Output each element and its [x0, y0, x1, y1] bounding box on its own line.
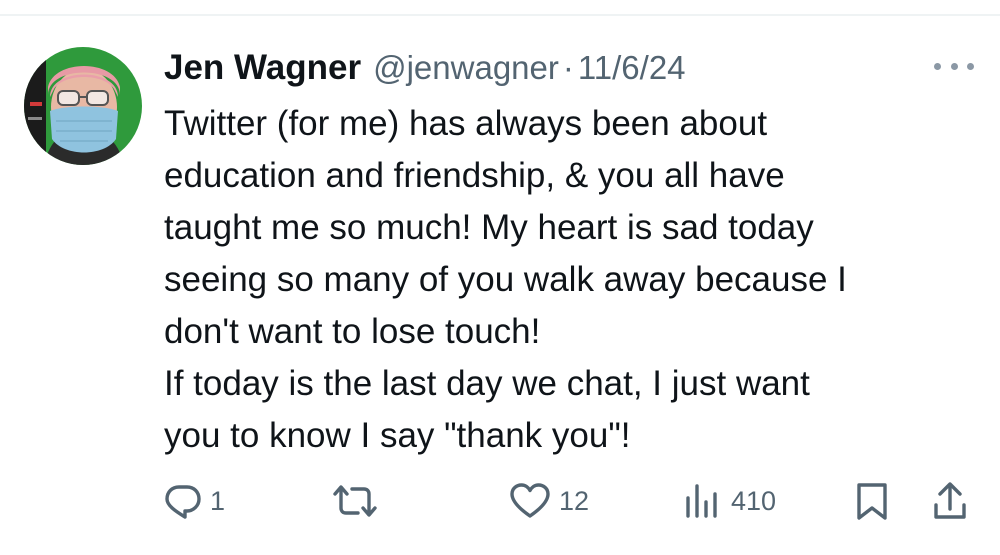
reply-icon — [164, 482, 202, 520]
bookmark-icon — [855, 481, 889, 521]
tweet-text-line: you to know I say "thank you"! — [164, 416, 631, 455]
views-button[interactable]: 410 — [683, 481, 776, 521]
header-separator: · — [562, 49, 574, 86]
reply-count: 1 — [210, 485, 226, 516]
tweet-text-line: don't want to lose touch! — [164, 312, 541, 351]
share-icon — [932, 481, 968, 521]
tweet-text-line: education and friendship, & you all have — [164, 156, 785, 195]
retweet-button[interactable] — [331, 481, 387, 521]
like-count: 12 — [559, 485, 590, 516]
tweet-header: Jen Wagner @jenwagner · 11/6/24 — [164, 44, 686, 92]
tweet-text-line: Twitter (for me) has always been about — [164, 104, 768, 143]
author-handle[interactable]: @jenwagner — [373, 49, 559, 87]
retweet-icon — [331, 482, 379, 520]
more-options-icon[interactable] — [934, 56, 974, 76]
bookmark-button[interactable] — [855, 481, 889, 521]
share-button[interactable] — [932, 481, 968, 521]
heart-icon — [509, 482, 551, 520]
views-count: 410 — [731, 485, 777, 516]
top-divider — [0, 14, 1000, 16]
like-button[interactable]: 12 — [509, 481, 589, 521]
tweet-date[interactable]: 11/6/24 — [578, 49, 686, 87]
tweet-text: Twitter (for me) has always been about e… — [164, 98, 974, 462]
tweet-text-line: If today is the last day we chat, I just… — [164, 364, 810, 403]
views-icon — [683, 482, 723, 520]
reply-button[interactable]: 1 — [164, 481, 225, 521]
tweet-text-line: seeing so many of you walk away because … — [164, 260, 847, 299]
author-display-name[interactable]: Jen Wagner — [164, 48, 361, 88]
author-avatar[interactable] — [24, 47, 142, 165]
tweet-text-line: taught me so much! My heart is sad today — [164, 208, 814, 247]
